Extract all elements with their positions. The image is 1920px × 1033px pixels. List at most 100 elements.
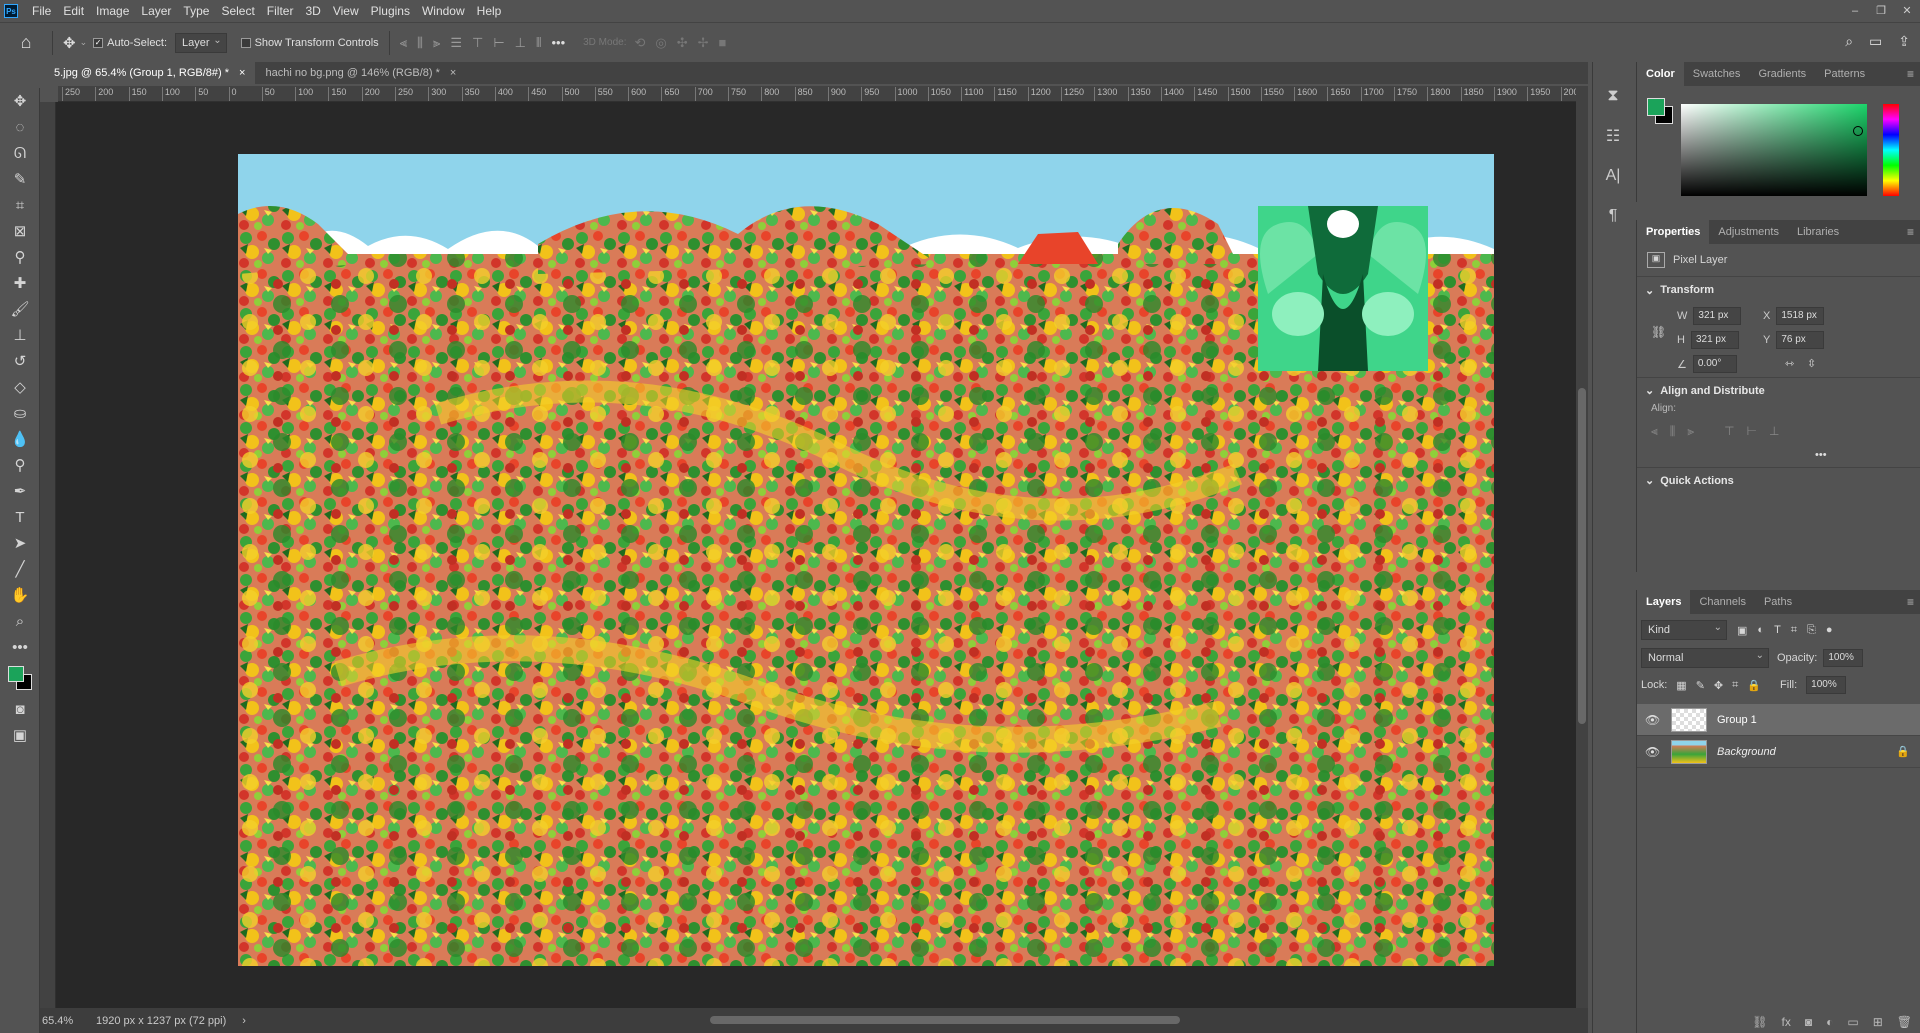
character-icon[interactable]: A| — [1593, 156, 1633, 196]
opacity-field[interactable]: 100% — [1823, 649, 1864, 667]
lock-pixels-icon[interactable]: ✎ — [1696, 679, 1705, 692]
link-layers-icon[interactable]: ⛓ — [1752, 1015, 1767, 1029]
layer-row[interactable]: 👁 Group 1 — [1637, 704, 1920, 736]
width-field[interactable]: 321 px — [1693, 307, 1742, 325]
document-image[interactable] — [238, 154, 1494, 966]
x-field[interactable]: 1518 px — [1776, 307, 1825, 325]
move-tool-icon[interactable]: ✥ — [63, 34, 76, 52]
tab-document-1[interactable]: 5.jpg @ 65.4% (Group 1, RGB/8#) * × — [44, 62, 256, 84]
tab-libraries[interactable]: Libraries — [1788, 220, 1848, 244]
slide-3d-icon[interactable]: ✢ — [698, 35, 709, 51]
vertical-scrollbar[interactable] — [1576, 86, 1588, 1008]
layer-style-icon[interactable]: fx — [1782, 1015, 1791, 1029]
scroll-thumb[interactable] — [1578, 388, 1586, 724]
paragraph-icon[interactable]: ¶ — [1593, 196, 1633, 236]
menu-image[interactable]: Image — [90, 0, 135, 22]
auto-select-dropdown[interactable]: Layer — [175, 32, 227, 53]
menu-file[interactable]: File — [26, 0, 57, 22]
blend-mode-dropdown[interactable]: Normal — [1641, 647, 1769, 668]
chevron-right-icon[interactable]: › — [242, 1015, 246, 1027]
transform-controls-checkbox[interactable]: Show Transform Controls — [240, 37, 379, 49]
healing-brush-icon[interactable]: ✚ — [0, 270, 40, 296]
delete-layer-icon[interactable]: 🗑 — [1897, 1015, 1912, 1029]
menu-type[interactable]: Type — [177, 0, 215, 22]
panel-menu-icon[interactable]: ≡ — [1907, 62, 1914, 86]
align-middle-icon[interactable]: ⊢ — [1747, 424, 1757, 439]
roll-3d-icon[interactable]: ◎ — [655, 35, 666, 51]
brush-tool-icon[interactable]: 🖌 — [0, 296, 40, 322]
fg-swatch[interactable] — [1647, 98, 1665, 116]
menu-window[interactable]: Window — [416, 0, 471, 22]
crop-tool-icon[interactable]: ⌗ — [0, 192, 40, 218]
visibility-eye-icon[interactable]: 👁 — [1645, 745, 1661, 759]
lock-all-icon[interactable]: 🔒 — [1747, 679, 1761, 692]
zoom-tool-icon[interactable]: ⌕ — [0, 608, 40, 634]
pen-tool-icon[interactable]: ✒ — [0, 478, 40, 504]
dodge-tool-icon[interactable]: ⚲ — [0, 452, 40, 478]
lasso-tool-icon[interactable]: ᘏ — [0, 140, 40, 166]
type-tool-icon[interactable]: T — [0, 504, 40, 530]
hand-tool-icon[interactable]: ✋ — [0, 582, 40, 608]
transform-section-header[interactable]: ⌄ Transform — [1637, 277, 1920, 303]
eraser-tool-icon[interactable]: ◇ — [0, 374, 40, 400]
panel-menu-icon[interactable]: ≡ — [1907, 220, 1914, 244]
fill-field[interactable]: 100% — [1806, 676, 1847, 694]
blur-tool-icon[interactable]: 💧 — [0, 426, 40, 452]
menu-layer[interactable]: Layer — [135, 0, 177, 22]
tab-patterns[interactable]: Patterns — [1815, 62, 1874, 86]
filter-adjustment-icon[interactable]: ◐ — [1757, 624, 1764, 636]
color-field[interactable] — [1681, 104, 1867, 196]
align-section-header[interactable]: ⌄ Align and Distribute — [1637, 377, 1920, 403]
tab-layers[interactable]: Layers — [1637, 590, 1691, 614]
search-icon[interactable]: ⌕ — [1845, 33, 1853, 50]
y-field[interactable]: 76 px — [1776, 331, 1825, 349]
orbit-3d-icon[interactable]: ⟲ — [634, 35, 645, 51]
lock-position-icon[interactable]: ✥ — [1714, 679, 1723, 692]
quick-actions-header[interactable]: ⌄ Quick Actions — [1637, 467, 1920, 493]
tab-paths[interactable]: Paths — [1755, 590, 1801, 614]
align-left-icon[interactable]: ⫷ — [400, 35, 407, 51]
new-group-icon[interactable]: ▭ — [1847, 1015, 1858, 1029]
scroll-thumb[interactable] — [710, 1016, 1180, 1024]
visibility-eye-icon[interactable]: 👁 — [1645, 713, 1661, 727]
share-icon[interactable]: ⇪ — [1898, 33, 1910, 50]
height-field[interactable]: 321 px — [1690, 331, 1739, 349]
tab-gradients[interactable]: Gradients — [1749, 62, 1815, 86]
tab-adjustments[interactable]: Adjustments — [1709, 220, 1788, 244]
color-picker-handle[interactable] — [1853, 126, 1863, 136]
document-info[interactable]: 1920 px x 1237 px (72 ppi) — [96, 1015, 226, 1027]
stamp-tool-icon[interactable]: ⊥ — [0, 322, 40, 348]
align-bottom-icon[interactable]: ⊥ — [515, 35, 526, 51]
filter-type-icon[interactable]: T — [1774, 624, 1781, 636]
close-tab-icon[interactable]: × — [450, 62, 456, 84]
history-brush-icon[interactable]: ↺ — [0, 348, 40, 374]
align-center-icon[interactable]: ⫼ — [1670, 424, 1676, 439]
menu-filter[interactable]: Filter — [261, 0, 300, 22]
new-layer-icon[interactable]: ⊞ — [1873, 1015, 1883, 1029]
quick-select-tool-icon[interactable]: ✎ — [0, 166, 40, 192]
flip-horizontal-icon[interactable]: ⇿ — [1785, 357, 1794, 370]
align-left-icon[interactable]: ⫷ — [1651, 424, 1658, 439]
auto-select-checkbox[interactable]: ✓ Auto-Select: — [93, 37, 167, 49]
filter-smart-icon[interactable]: ⎘ — [1807, 624, 1816, 637]
more-options-icon[interactable]: ••• — [1637, 449, 1920, 467]
align-right-icon[interactable]: ⫸ — [433, 35, 440, 51]
align-top-icon[interactable]: ⊤ — [1724, 424, 1734, 439]
distribute-vertical-icon[interactable]: ⫴ — [536, 35, 541, 51]
link-icon[interactable]: ⛓ — [1651, 325, 1666, 339]
eyedropper-tool-icon[interactable]: ⚲ — [0, 244, 40, 270]
drag-3d-icon[interactable]: ✣ — [677, 35, 688, 51]
distribute-icon[interactable]: ☰ — [450, 35, 462, 51]
more-options-icon[interactable]: ••• — [551, 35, 565, 50]
lock-artboard-icon[interactable]: ⌗ — [1732, 679, 1738, 692]
marquee-tool-icon[interactable]: ◌ — [0, 114, 40, 140]
more-tools-icon[interactable]: ••• — [0, 634, 40, 660]
menu-plugins[interactable]: Plugins — [365, 0, 416, 22]
restore-button[interactable]: ❐ — [1868, 0, 1894, 22]
paint-bucket-icon[interactable]: ⛀ — [0, 400, 40, 426]
history-icon[interactable]: ⧗ — [1593, 76, 1633, 116]
menu-edit[interactable]: Edit — [57, 0, 90, 22]
canvas-area[interactable] — [56, 102, 1584, 1008]
layer-row[interactable]: 👁 Background 🔒 — [1637, 736, 1920, 768]
workspace-icon[interactable]: ▭ — [1869, 33, 1882, 50]
